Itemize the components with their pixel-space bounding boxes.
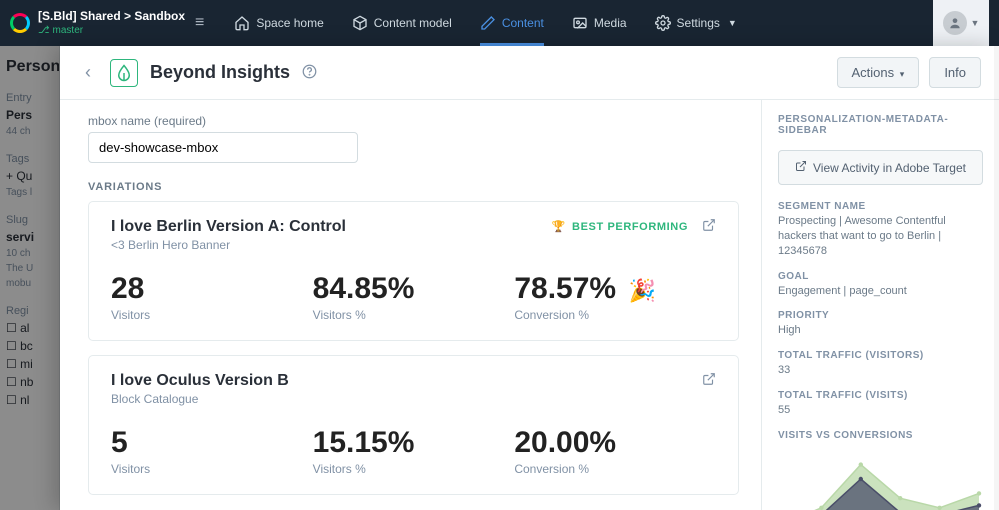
goal-value: Engagement | page_count xyxy=(778,284,983,299)
chevron-down-icon: ▼ xyxy=(971,18,980,28)
space-menu-icon[interactable]: ≡ xyxy=(195,14,204,32)
trophy-icon: 🏆 xyxy=(552,220,566,233)
segment-name-value: Prospecting | Awesome Contentful hackers… xyxy=(778,214,983,259)
actions-button[interactable]: Actions ▾ xyxy=(837,57,920,88)
variation-title: I love Berlin Version A: Control xyxy=(111,218,346,236)
pen-icon xyxy=(480,15,496,31)
home-icon xyxy=(234,15,250,31)
best-performing-badge: 🏆 BEST PERFORMING xyxy=(552,220,688,233)
mbox-field-label: mbox name (required) xyxy=(88,114,739,128)
help-icon[interactable] xyxy=(302,64,317,82)
panel-header: ‹ Beyond Insights Actions ▾ Info xyxy=(60,46,999,100)
chevron-down-icon: ▾ xyxy=(900,69,905,79)
contentful-logo-icon xyxy=(10,13,30,33)
space-name: [S.Bld] Shared > Sandbox xyxy=(38,10,185,23)
nav-content[interactable]: Content xyxy=(480,0,544,46)
environment-branch: ⎇ master xyxy=(38,25,185,36)
total-visits-value: 55 xyxy=(778,403,983,418)
nav-content-model[interactable]: Content model xyxy=(352,0,452,46)
open-external-icon[interactable] xyxy=(702,218,716,235)
top-bar: [S.Bld] Shared > Sandbox ⎇ master ≡ Spac… xyxy=(0,0,999,46)
nav-space-home[interactable]: Space home xyxy=(234,0,323,46)
open-external-icon[interactable] xyxy=(702,372,716,389)
cube-icon xyxy=(352,15,368,31)
back-button[interactable]: ‹ xyxy=(78,62,98,83)
sidebar-heading: PERSONALIZATION-METADATA-SIDEBAR xyxy=(778,114,983,136)
visitors-pct-value: 15.15% xyxy=(313,426,515,460)
variation-title: I love Oculus Version B xyxy=(111,372,289,390)
entry-editor-panel: ‹ Beyond Insights Actions ▾ Info mbox na… xyxy=(60,46,999,510)
nav-media[interactable]: Media xyxy=(572,0,627,46)
entry-fields-area: mbox name (required) VARIATIONS I love B… xyxy=(60,100,761,510)
party-popper-icon: 🎉 xyxy=(628,278,655,303)
total-visitors-value: 33 xyxy=(778,363,983,378)
open-external-icon xyxy=(795,160,807,175)
gear-icon xyxy=(655,15,671,31)
conversion-pct-value: 78.57% 🎉 xyxy=(514,272,716,306)
visitors-pct-value: 84.85% xyxy=(313,272,515,306)
info-button[interactable]: Info xyxy=(929,57,981,88)
metadata-sidebar: PERSONALIZATION-METADATA-SIDEBAR View Ac… xyxy=(761,100,999,510)
priority-value: High xyxy=(778,323,983,338)
account-menu[interactable]: ▼ xyxy=(933,0,989,46)
chevron-down-icon: ▼ xyxy=(728,18,737,28)
variation-subtitle: Block Catalogue xyxy=(111,392,289,406)
visitors-value: 28 xyxy=(111,272,313,306)
space-switcher[interactable]: [S.Bld] Shared > Sandbox ⎇ master xyxy=(38,10,185,36)
image-icon xyxy=(572,15,588,31)
content-type-icon xyxy=(110,59,138,87)
metrics-row: 28 Visitors 84.85% Visitors % 78.57% 🎉 C… xyxy=(111,272,716,322)
visits-vs-conversions-chart: 03/1003/1103/1203/1303/1403/15 xyxy=(778,451,983,510)
user-avatar-icon xyxy=(943,11,967,35)
view-in-target-button[interactable]: View Activity in Adobe Target xyxy=(778,150,983,185)
primary-nav: Space home Content model Content Media S… xyxy=(234,0,736,46)
page-title: Beyond Insights xyxy=(150,62,290,83)
variation-card[interactable]: I love Berlin Version A: Control <3 Berl… xyxy=(88,201,739,341)
scrollbar[interactable] xyxy=(994,46,999,510)
conversion-pct-value: 20.00% xyxy=(514,426,716,460)
mbox-input[interactable] xyxy=(88,132,358,163)
visitors-value: 5 xyxy=(111,426,313,460)
nav-settings[interactable]: Settings ▼ xyxy=(655,0,737,46)
branch-icon: ⎇ xyxy=(38,25,50,36)
variations-heading: VARIATIONS xyxy=(88,181,739,193)
variation-subtitle: <3 Berlin Hero Banner xyxy=(111,238,346,252)
metrics-row: 5 Visitors 15.15% Visitors % 20.00% Conv… xyxy=(111,426,716,476)
variation-card[interactable]: I love Oculus Version B Block Catalogue … xyxy=(88,355,739,495)
